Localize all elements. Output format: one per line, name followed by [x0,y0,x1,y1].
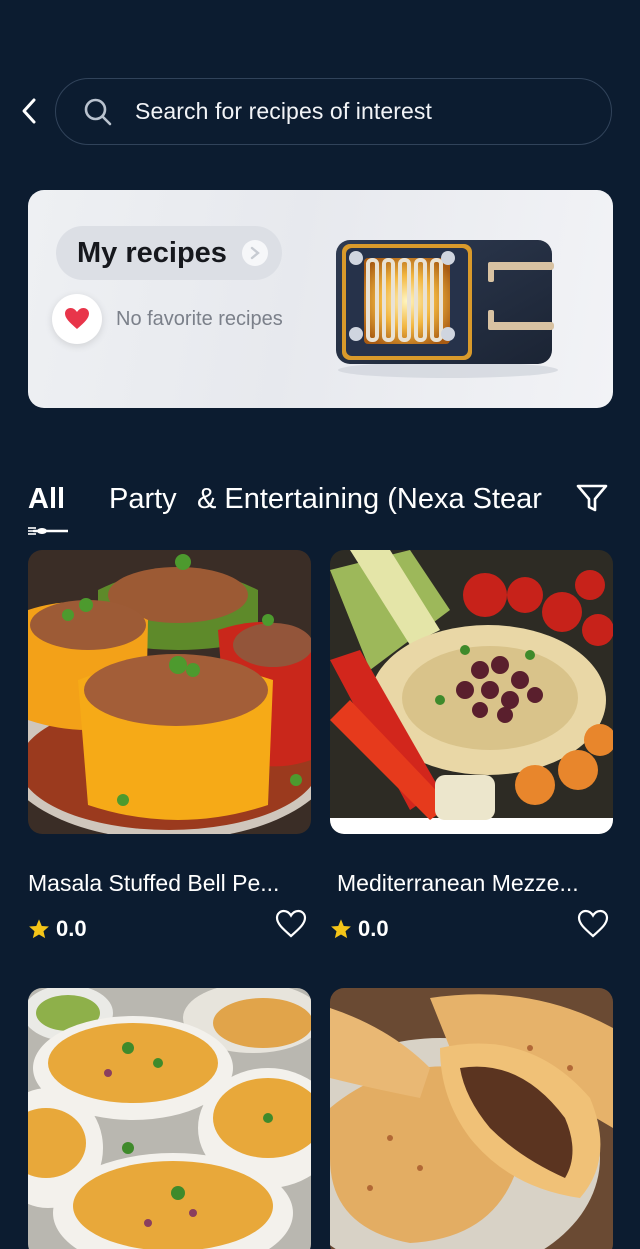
rating-value: 0.0 [358,916,389,941]
fork-knife-icon [28,527,68,535]
my-recipes-banner[interactable]: My recipes No favorite recipes [28,190,613,408]
recipe-rating: 0.0 [28,916,87,942]
no-favorites-text: No favorite recipes [116,307,283,330]
filter-icon[interactable] [574,480,610,516]
recipe-image[interactable] [28,550,311,834]
recipe-card[interactable] [330,988,613,1249]
tab-entertaining[interactable]: & Entertaining (Nexa Stear [197,483,567,516]
tab-all[interactable]: All [28,483,65,516]
rating-value: 0.0 [56,916,87,941]
heart-icon [52,294,102,344]
recipe-image[interactable] [330,988,613,1249]
star-icon [331,919,351,939]
category-tabs: All Party & Entertaining (Nexa Stear [28,478,613,538]
recipe-card[interactable] [28,988,311,1249]
recipe-card[interactable]: Mediterranean Mezze... 0.0 [330,550,613,941]
my-recipes-label: My recipes [77,236,227,269]
recipe-card[interactable]: Masala Stuffed Bell Pe... 0.0 [28,550,311,941]
chevron-right-icon [242,240,268,266]
favorites-row: No favorite recipes [52,294,283,344]
heart-outline-icon[interactable] [577,908,609,940]
my-recipes-button[interactable]: My recipes [56,226,282,280]
tab-party[interactable]: Party [109,483,177,516]
recipe-rating: 0.0 [330,916,389,942]
search-input[interactable]: Search for recipes of interest [55,78,612,145]
recipe-image[interactable] [28,988,311,1249]
recipe-title[interactable]: Masala Stuffed Bell Pe... [28,870,279,897]
search-icon [84,98,112,125]
back-button[interactable] [14,94,44,128]
recipe-title[interactable]: Mediterranean Mezze... [337,870,579,897]
search-placeholder: Search for recipes of interest [135,98,433,124]
recipe-browser-screen: Search for recipes of interest My recipe… [0,0,640,1249]
back-arrow-icon [22,98,36,124]
toaster-illustration [336,240,558,378]
star-icon [29,919,49,939]
heart-outline-icon[interactable] [275,908,307,940]
recipe-image[interactable] [330,550,613,834]
